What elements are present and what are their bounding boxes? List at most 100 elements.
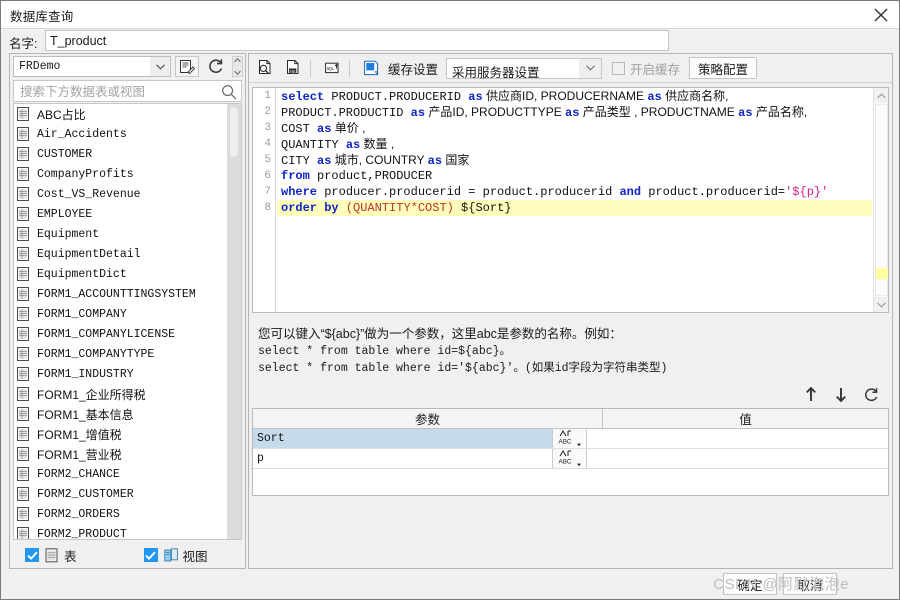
svg-text:SQL: SQL	[290, 70, 297, 74]
editor-vertical-scrollbar[interactable]	[873, 88, 888, 312]
list-item[interactable]: CompanyProfits	[14, 164, 227, 184]
list-item[interactable]: FORM1_营业税	[14, 444, 227, 464]
param-value-cell[interactable]	[587, 449, 888, 468]
list-item-label: FORM2_ORDERS	[37, 507, 120, 521]
sql-code-area[interactable]: select PRODUCT.PRODUCERID as 供应商ID, PROD…	[277, 88, 872, 312]
list-item[interactable]: EquipmentDict	[14, 264, 227, 284]
list-item[interactable]: FORM2_PRODUCT	[14, 524, 227, 539]
code-token: from	[281, 169, 310, 183]
list-item[interactable]: Equipment	[14, 224, 227, 244]
chevron-down-glyph	[877, 302, 886, 308]
list-item-label: ABC占比	[37, 107, 86, 122]
table-icon	[17, 246, 29, 261]
sql-code-editor[interactable]: 1 2 3 4 5 6 7 8 select PRODUCT.PRODUCERID as 供应…	[252, 87, 889, 313]
list-item[interactable]: FORM1_基本信息	[14, 404, 227, 424]
code-line[interactable]: from product,PRODUCER	[277, 168, 872, 184]
policy-config-button[interactable]: 策略配置	[689, 57, 758, 79]
code-line[interactable]: COST as 单价 ,	[277, 120, 872, 136]
list-item[interactable]: FORM2_CUSTOMER	[14, 484, 227, 504]
chevron-down-glyph	[155, 63, 165, 70]
code-token: 单价 ,	[331, 121, 366, 135]
save-sql-icon[interactable]: SQL	[281, 56, 305, 80]
param-name-cell[interactable]: p	[253, 449, 553, 468]
table-row[interactable]: p ABC	[253, 449, 888, 469]
list-item[interactable]: Cost_VS_Revenue	[14, 184, 227, 204]
line-number: 7	[264, 186, 271, 198]
table-list[interactable]: ABC占比 Air_Accidents CUSTOMER CompanyProfits…	[13, 103, 242, 540]
svg-text:ABC: ABC	[558, 459, 571, 466]
list-item[interactable]: EMPLOYEE	[14, 204, 227, 224]
chevron-down-icon[interactable]	[150, 57, 170, 76]
param-name-cell[interactable]: Sort	[253, 429, 553, 448]
sql-upload-glyph: SQL	[325, 62, 339, 74]
code-token: 产品名称,	[752, 105, 808, 119]
code-token: as	[410, 106, 426, 120]
refresh-icon[interactable]	[203, 56, 227, 77]
scrollbar-thumb[interactable]	[229, 106, 239, 158]
code-line[interactable]: PRODUCT.PRODUCTID as 产品ID, PRODUCTTYPE a…	[277, 104, 872, 120]
code-token: PRODUCT.PRODUCTID	[281, 106, 411, 120]
scroll-down-icon[interactable]	[874, 297, 888, 312]
table-list-scrollbar[interactable]	[227, 104, 241, 539]
cancel-button[interactable]: 取消	[783, 573, 837, 595]
filter-view[interactable]: 视图	[143, 546, 208, 565]
code-token: 数量 ,	[360, 137, 395, 151]
list-item[interactable]: FORM1_ACCOUNTTINGSYSTEM	[14, 284, 227, 304]
database-combo[interactable]: FRDemo	[13, 56, 171, 77]
table-row[interactable]: Sort ABC	[253, 429, 888, 449]
search-input[interactable]	[18, 83, 213, 100]
table-icon	[17, 146, 29, 161]
list-item-label: FORM1_增值税	[37, 427, 122, 442]
arrow-up-icon[interactable]	[799, 383, 823, 407]
scroll-up-icon[interactable]	[874, 88, 888, 103]
refresh-icon[interactable]	[859, 383, 883, 407]
param-type-selector[interactable]: ABC	[553, 429, 587, 448]
code-line[interactable]: CITY as 城市, COUNTRY as 国家	[277, 152, 872, 168]
list-item[interactable]: FORM1_COMPANY	[14, 304, 227, 324]
checkbox[interactable]	[25, 548, 39, 562]
code-line[interactable]: order by (QUANTITY*COST) ${Sort}	[277, 200, 872, 216]
list-item[interactable]: ABC占比	[14, 104, 227, 124]
search-icon[interactable]	[220, 83, 237, 100]
close-icon[interactable]	[869, 3, 893, 27]
sql-upload-icon[interactable]: SQL	[320, 56, 344, 80]
chevron-down-icon[interactable]	[579, 58, 602, 78]
code-token: and	[619, 185, 642, 199]
list-item[interactable]: Air_Accidents	[14, 124, 227, 144]
code-line[interactable]: where producer.producerid = product.prod…	[277, 184, 872, 200]
param-value-cell[interactable]	[587, 429, 888, 448]
checkbox[interactable]	[143, 548, 158, 562]
list-item[interactable]: FORM1_增值税	[14, 424, 227, 444]
list-item[interactable]: FORM2_CHANCE	[14, 464, 227, 484]
list-item-label: EquipmentDetail	[37, 247, 141, 261]
edit-database-icon[interactable]	[175, 56, 199, 77]
close-glyph	[874, 8, 888, 22]
view-icon	[163, 547, 178, 561]
enable-cache-checkbox[interactable]: 开启缓存	[612, 59, 680, 78]
enable-cache-box[interactable]	[612, 61, 626, 75]
list-item[interactable]: FORM2_ORDERS	[14, 504, 227, 524]
preview-sql-icon[interactable]	[253, 56, 277, 80]
code-token: as	[738, 106, 753, 120]
filter-table[interactable]: 表	[25, 546, 77, 565]
panel-scroll-buttons[interactable]	[232, 56, 243, 77]
list-item[interactable]: FORM1_INDUSTRY	[14, 364, 227, 384]
code-token: where	[281, 185, 318, 199]
server-settings-combo[interactable]: 采用服务器设置	[446, 57, 603, 80]
list-item[interactable]: FORM1_COMPANYTYPE	[14, 344, 227, 364]
code-line[interactable]: select PRODUCT.PRODUCERID as 供应商ID, PROD…	[277, 88, 872, 104]
cache-settings-icon[interactable]	[359, 56, 383, 80]
list-item[interactable]: FORM1_企业所得税	[14, 384, 227, 404]
code-token: 产品ID, PRODUCTTYPE	[425, 105, 566, 119]
list-item[interactable]: FORM1_COMPANYLICENSE	[14, 324, 227, 344]
ok-button[interactable]: 确定	[723, 573, 777, 595]
code-line[interactable]: QUANTITY as 数量 ,	[277, 136, 872, 152]
param-type-selector[interactable]: ABC	[553, 449, 587, 468]
scrollbar-track[interactable]	[875, 104, 888, 296]
name-input[interactable]	[45, 30, 669, 51]
list-item[interactable]: EquipmentDetail	[14, 244, 227, 264]
ok-button-label: 确定	[737, 578, 763, 593]
arrow-down-icon[interactable]	[829, 383, 853, 407]
refresh-glyph	[865, 387, 878, 401]
list-item[interactable]: CUSTOMER	[14, 144, 227, 164]
